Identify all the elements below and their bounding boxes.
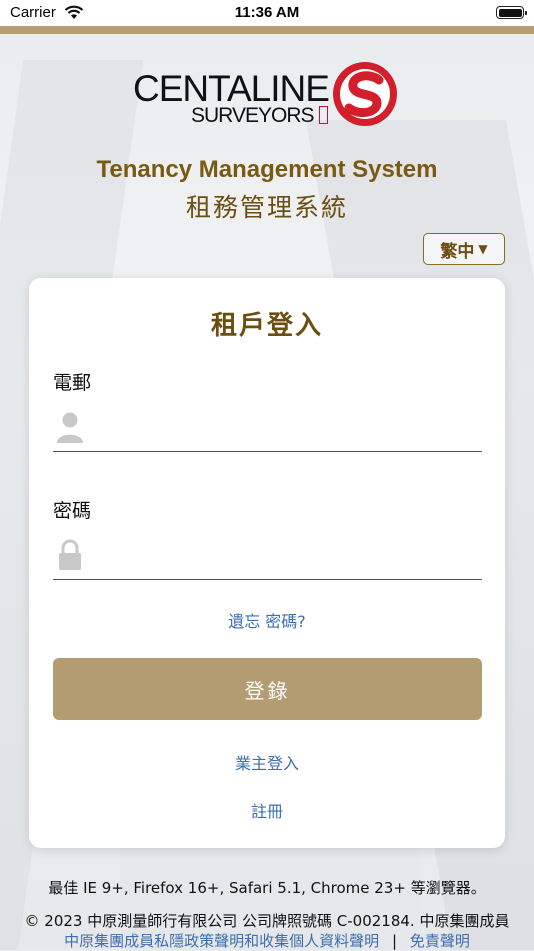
- browser-support-note: 最佳 IE 9+, Firefox 16+, Safari 5.1, Chrom…: [48, 879, 486, 897]
- header-accent-strip: [0, 26, 534, 34]
- logo-seal-icon: [319, 106, 328, 124]
- system-title-zh: 租務管理系統: [185, 193, 348, 222]
- lock-icon: [53, 538, 87, 572]
- password-field: [53, 531, 482, 580]
- register-link[interactable]: 註冊: [29, 798, 505, 822]
- copyright-text: © 2023 中原測量師行有限公司 公司牌照號碼 C-002184. 中原集團成…: [24, 912, 510, 930]
- email-field: [53, 403, 482, 452]
- system-title-en: Tenancy Management System: [96, 156, 438, 183]
- privacy-policy-link[interactable]: 中原集團成員私隱政策聲明和收集個人資料聲明: [64, 932, 379, 950]
- chevron-down-icon: ▼: [478, 242, 488, 256]
- footer-separator: |: [391, 932, 398, 950]
- owner-login-link[interactable]: 業主登入: [29, 750, 505, 774]
- email-label: 電郵: [53, 372, 92, 394]
- footer-links: 中原集團成員私隱政策聲明和收集個人資料聲明 | 免責聲明: [0, 930, 534, 951]
- email-input[interactable]: [99, 406, 482, 448]
- centaline-logo: CENTALINE SURVEYORS: [133, 60, 403, 130]
- logo-s-mark-icon: [333, 62, 397, 126]
- status-bar: Carrier 11:36 AM: [0, 0, 534, 26]
- login-card-title: 租戶登入: [210, 311, 323, 341]
- battery-icon: [496, 6, 527, 19]
- user-icon: [53, 410, 87, 444]
- login-button[interactable]: 登錄: [53, 658, 482, 720]
- clock: 11:36 AM: [234, 4, 300, 21]
- password-label: 密碼: [53, 500, 92, 522]
- language-select-value: 繁中: [440, 241, 475, 262]
- forgot-password-link[interactable]: 遺忘 密碼?: [29, 608, 505, 632]
- disclaimer-link[interactable]: 免責聲明: [410, 932, 470, 950]
- language-select[interactable]: 繁中 ▼: [423, 233, 505, 265]
- login-card: 租戶登入 電郵 密碼 遺忘 密碼? 登錄 業主登入 註冊: [29, 278, 505, 848]
- password-input[interactable]: [99, 534, 482, 576]
- logo-text-line2: SURVEYORS: [191, 104, 314, 127]
